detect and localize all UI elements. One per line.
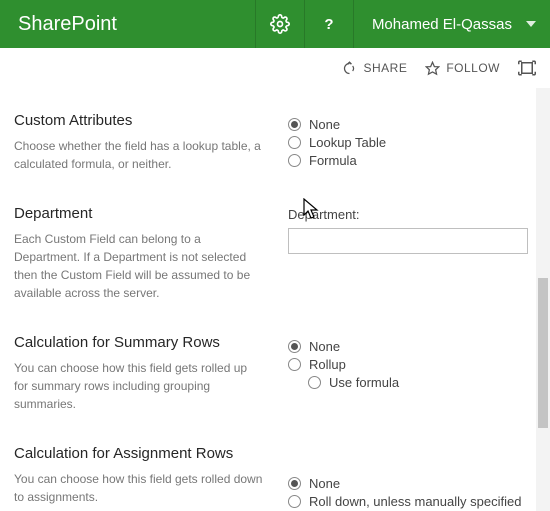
radio-summary-formula[interactable]	[308, 376, 321, 389]
radio-label: Roll down, unless manually specified	[309, 494, 521, 509]
radio-assign-none[interactable]	[288, 477, 301, 490]
radio-custom-formula[interactable]	[288, 154, 301, 167]
section-title: Custom Attributes	[14, 112, 264, 129]
svg-text:?: ?	[324, 16, 333, 33]
command-bar: SHARE FOLLOW	[0, 48, 550, 88]
share-button[interactable]: SHARE	[342, 61, 407, 76]
section-description: Each Custom Field can belong to a Depart…	[14, 230, 264, 302]
chevron-down-icon	[526, 21, 536, 27]
radio-assign-rolldown[interactable]	[288, 495, 301, 508]
user-menu[interactable]: Mohamed El-Qassas	[354, 0, 550, 48]
radio-label: None	[309, 339, 340, 354]
department-input[interactable]	[288, 228, 528, 254]
radio-label: None	[309, 476, 340, 491]
section-department: Department Each Custom Field can belong …	[14, 191, 528, 320]
section-description: You can choose how this field gets rolle…	[14, 359, 264, 413]
radio-custom-lookup[interactable]	[288, 136, 301, 149]
scrollbar-track[interactable]	[536, 88, 550, 511]
follow-label: FOLLOW	[446, 61, 500, 75]
section-title: Calculation for Assignment Rows	[14, 445, 264, 462]
radio-summary-rollup[interactable]	[288, 358, 301, 371]
scrollbar-thumb[interactable]	[538, 278, 548, 428]
settings-button[interactable]	[256, 0, 304, 48]
section-title: Department	[14, 205, 264, 222]
follow-button[interactable]: FOLLOW	[425, 61, 500, 76]
gear-icon	[270, 14, 290, 34]
radio-custom-none[interactable]	[288, 118, 301, 131]
share-icon	[342, 61, 357, 76]
focus-button[interactable]	[518, 60, 536, 76]
help-icon: ?	[319, 14, 339, 34]
radio-label: Use formula	[329, 375, 399, 390]
department-field-label: Department:	[288, 207, 528, 222]
suite-bar: SharePoint ? Mohamed El-Qassas	[0, 0, 550, 48]
section-assignment-rows: Calculation for Assignment Rows You can …	[14, 431, 528, 511]
brand: SharePoint	[0, 0, 135, 48]
radio-summary-none[interactable]	[288, 340, 301, 353]
radio-label: Lookup Table	[309, 135, 386, 150]
section-description: You can choose how this field gets rolle…	[14, 470, 264, 506]
radio-label: Formula	[309, 153, 357, 168]
section-title: Calculation for Summary Rows	[14, 334, 264, 351]
radio-label: None	[309, 117, 340, 132]
share-label: SHARE	[363, 61, 407, 75]
form-body: Custom Attributes Choose whether the fie…	[0, 88, 550, 511]
user-name: Mohamed El-Qassas	[372, 16, 512, 33]
section-description: Choose whether the field has a lookup ta…	[14, 137, 264, 173]
section-summary-rows: Calculation for Summary Rows You can cho…	[14, 320, 528, 431]
radio-label: Rollup	[309, 357, 346, 372]
fullscreen-icon	[518, 60, 536, 76]
help-button[interactable]: ?	[305, 0, 353, 48]
star-icon	[425, 61, 440, 76]
section-custom-attributes: Custom Attributes Choose whether the fie…	[14, 98, 528, 191]
